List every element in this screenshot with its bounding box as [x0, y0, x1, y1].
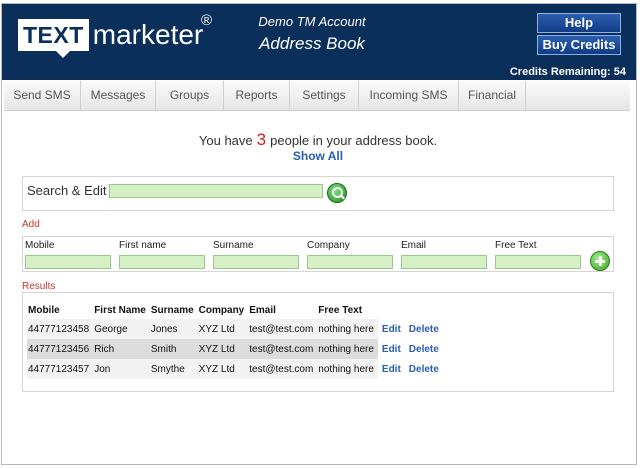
credits-remaining: Credits Remaining: 54 [509, 66, 626, 78]
show-all-label[interactable]: Show All [293, 149, 343, 163]
results-table: Mobile First Name Surname Company Email … [27, 301, 443, 379]
search-icon[interactable] [327, 183, 347, 203]
cell-mobile: 44777123457 [28, 363, 90, 375]
column-header: Email [249, 304, 276, 316]
cell-company: XYZ Ltd [198, 363, 235, 375]
search-panel: Search & Edit [22, 176, 614, 211]
cell-free-text: nothing here [318, 343, 374, 355]
results-section-label: Results [22, 281, 56, 292]
column-header-delete [405, 301, 443, 319]
page-title: Address Book [259, 34, 365, 53]
cell-surname: Smith [150, 343, 177, 355]
add-field-label: Company [307, 240, 350, 251]
add-section-label: Add [22, 219, 40, 230]
edit-link[interactable]: Edit [377, 319, 405, 339]
delete-link[interactable]: Delete [404, 319, 443, 339]
delete-link[interactable]: Delete [404, 359, 443, 379]
cell-first-name: Jon [94, 363, 111, 375]
table-row: 44777123458 George Jones XYZ Ltd test@te… [27, 319, 443, 339]
column-header: Surname [150, 304, 194, 316]
summary-prefix: You have [198, 133, 253, 148]
cell-email: test@test.com [249, 363, 314, 375]
nav-item-incoming-sms[interactable]: Incoming SMS [359, 81, 459, 111]
buy-credits-button[interactable]: Buy Credits [537, 35, 621, 55]
logo-text-box: TEXT [18, 19, 89, 58]
people-count: 3 [256, 130, 267, 149]
cell-first-name: George [94, 323, 128, 335]
nav-item-send-sms[interactable]: Send SMS [4, 81, 81, 111]
add-field-label: First name [119, 240, 167, 251]
textmarketer-logo[interactable]: TEXT marketer ® [18, 12, 212, 58]
delete-link[interactable]: Delete [404, 339, 443, 359]
add-field-label: Free Text [495, 240, 537, 251]
cell-company: XYZ Ltd [198, 323, 235, 335]
cell-email: test@test.com [249, 343, 314, 355]
address-book-summary: You have 3 people in your address book. [0, 130, 636, 150]
table-row: 44777123456 Rich Smith XYZ Ltd test@test… [27, 339, 443, 359]
nav-item-groups[interactable]: Groups [156, 81, 224, 111]
add-field-mobile: Mobile [25, 239, 119, 269]
search-input[interactable] [109, 184, 323, 198]
cell-company: XYZ Ltd [198, 343, 235, 355]
company-input[interactable] [307, 255, 393, 269]
edit-link[interactable]: Edit [377, 359, 405, 379]
column-header: Mobile [28, 304, 60, 316]
column-header-edit [378, 301, 405, 319]
header-bar: TEXT marketer ® Demo TM Account Address … [2, 4, 636, 80]
logo-text: marketer [92, 19, 204, 50]
column-header: Company [198, 304, 245, 316]
cell-mobile: 44777123458 [28, 323, 90, 335]
cell-free-text: nothing here [318, 323, 374, 335]
plus-icon[interactable] [590, 251, 610, 271]
nav-item-financial[interactable]: Financial [459, 81, 526, 111]
add-field-label: Mobile [25, 240, 55, 251]
cell-email: test@test.com [249, 323, 314, 335]
add-field-first-name: First name [119, 239, 213, 269]
add-field-company: Company [307, 239, 401, 269]
email-input[interactable] [401, 255, 487, 269]
table-row: 44777123457 Jon Smythe XYZ Ltd test@test… [27, 359, 443, 379]
nav-item-settings[interactable]: Settings [290, 81, 359, 111]
show-all-link[interactable]: Show All [0, 149, 636, 163]
cell-free-text: nothing here [318, 363, 374, 375]
add-field-email: Email [401, 239, 495, 269]
cell-surname: Smythe [150, 363, 185, 375]
add-field-surname: Surname [213, 239, 307, 269]
account-name: Demo TM Account [258, 14, 366, 29]
add-field-label: Email [401, 240, 427, 251]
free-text-input[interactable] [495, 255, 581, 269]
edit-link[interactable]: Edit [377, 339, 405, 359]
results-panel: Mobile First Name Surname Company Email … [22, 292, 614, 392]
main-nav: Send SMS Messages Groups Reports Setting… [4, 81, 630, 111]
nav-item-reports[interactable]: Reports [224, 81, 290, 111]
cell-first-name: Rich [94, 343, 115, 355]
summary-suffix: people in your address book. [270, 133, 438, 148]
column-header: First Name [94, 304, 146, 316]
column-header: Free Text [318, 304, 363, 316]
cell-mobile: 44777123456 [28, 343, 90, 355]
nav-item-messages[interactable]: Messages [81, 81, 156, 111]
first-name-input[interactable] [119, 255, 205, 269]
registered-mark: ® [201, 12, 213, 29]
cell-surname: Jones [150, 323, 178, 335]
search-label: Search & Edit [27, 183, 107, 198]
add-contact-panel: Mobile First name Surname Company Email … [22, 236, 614, 272]
add-field-free-text: Free Text [495, 239, 589, 269]
add-field-label: Surname [213, 240, 254, 251]
surname-input[interactable] [213, 255, 299, 269]
help-button[interactable]: Help [537, 13, 621, 33]
mobile-input[interactable] [25, 255, 111, 269]
table-header-row: Mobile First Name Surname Company Email … [27, 301, 443, 319]
